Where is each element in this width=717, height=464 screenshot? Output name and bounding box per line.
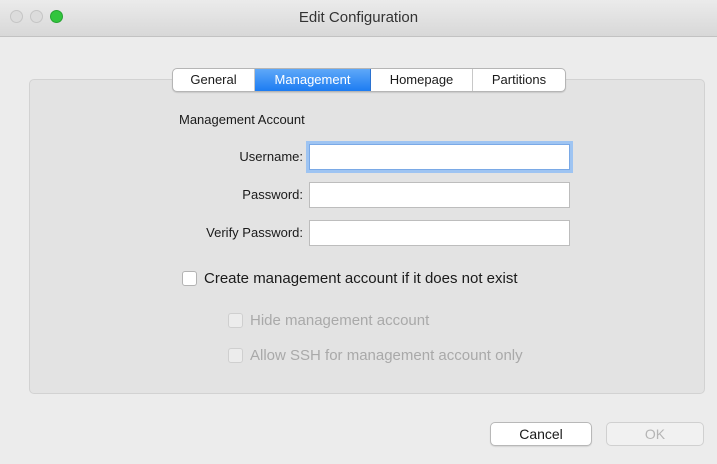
create-account-checkbox-row[interactable]: Create management account if it does not… [182, 270, 518, 287]
username-field[interactable] [309, 144, 570, 170]
allow-ssh-checkbox [228, 348, 243, 363]
password-field[interactable] [309, 182, 570, 208]
tab-general[interactable]: General [173, 69, 255, 91]
verify-password-field[interactable] [309, 220, 570, 246]
tab-bar: General Management Homepage Partitions [172, 68, 566, 92]
hide-account-checkbox [228, 313, 243, 328]
password-label: Password: [242, 187, 303, 202]
create-account-checkbox[interactable] [182, 271, 197, 286]
username-label: Username: [239, 149, 303, 164]
title-bar[interactable]: Edit Configuration [0, 0, 717, 37]
tab-homepage[interactable]: Homepage [371, 69, 473, 91]
edit-configuration-window: Edit Configuration General Management Ho… [0, 0, 717, 464]
window-title: Edit Configuration [298, 9, 419, 26]
hide-account-label: Hide management account [250, 312, 430, 329]
create-account-label: Create management account if it does not… [204, 270, 518, 287]
tab-partitions[interactable]: Partitions [473, 69, 565, 91]
hide-account-checkbox-row: Hide management account [228, 312, 429, 329]
ok-button: OK [606, 422, 704, 446]
management-account-heading: Management Account [179, 112, 305, 127]
allow-ssh-label: Allow SSH for management account only [250, 347, 523, 364]
tab-management[interactable]: Management [255, 69, 371, 91]
allow-ssh-checkbox-row: Allow SSH for management account only [228, 347, 523, 364]
verify-password-label: Verify Password: [206, 225, 303, 240]
cancel-button[interactable]: Cancel [490, 422, 592, 446]
